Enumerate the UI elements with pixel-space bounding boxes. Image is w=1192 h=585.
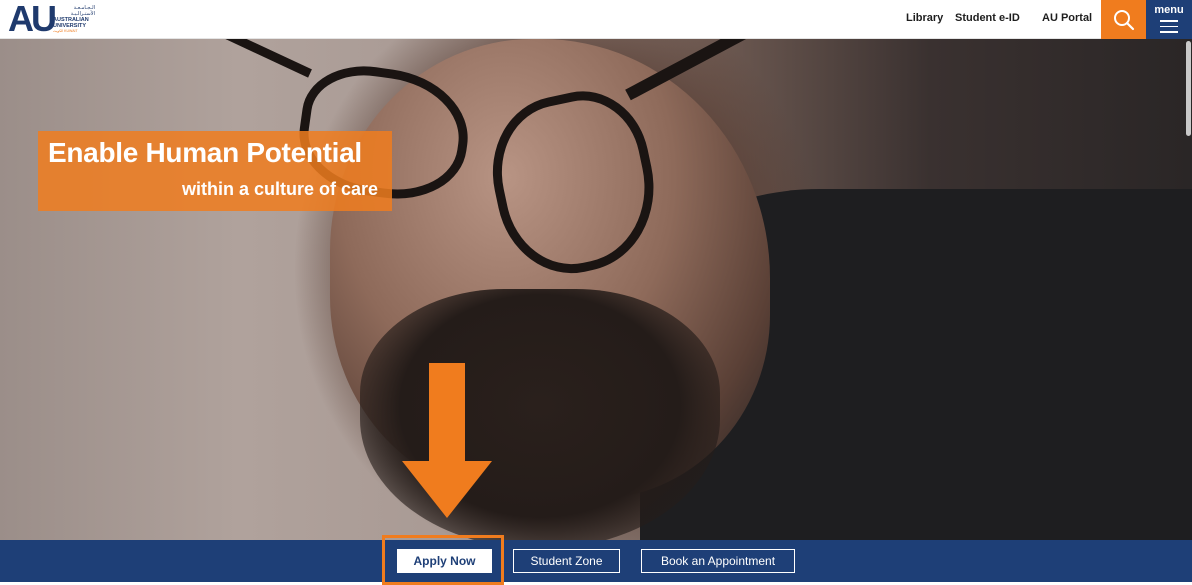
hero-image-glasses-arm-left: [217, 39, 312, 78]
hero-headline: Enable Human Potential: [48, 137, 362, 168]
nav-link-au-portal[interactable]: AU Portal: [1042, 12, 1092, 24]
top-navigation-bar: AU الـجـامـعـة الأستـرالـيـة AUSTRALIAN …: [0, 0, 1192, 39]
hamburger-icon: [1160, 20, 1178, 37]
apply-now-highlight: [382, 535, 504, 585]
nav-link-library[interactable]: Library: [906, 12, 943, 24]
hero-tagline-box: Enable Human Potential within a culture …: [38, 131, 392, 211]
search-button[interactable]: [1101, 0, 1146, 39]
nav-link-student-eid[interactable]: Student e-ID: [955, 12, 1020, 24]
book-appointment-button[interactable]: Book an Appointment: [641, 549, 795, 573]
menu-button[interactable]: menu: [1146, 0, 1192, 39]
hero-banner: Enable Human Potential within a culture …: [0, 39, 1192, 540]
hero-subheadline: within a culture of care: [181, 179, 378, 199]
page-scrollbar[interactable]: [1186, 41, 1191, 136]
au-logo-mark: AU: [8, 0, 57, 39]
cta-bar: Apply Now Student Zone Book an Appointme…: [0, 540, 1192, 582]
au-logo[interactable]: AU الـجـامـعـة الأستـرالـيـة AUSTRALIAN …: [8, 0, 96, 39]
menu-label: menu: [1154, 4, 1184, 16]
search-icon: [1113, 9, 1134, 30]
logo-wordmark: الـجـامـعـة الأستـرالـيـة AUSTRALIAN UNI…: [53, 5, 95, 34]
logo-small-line: الكويت KUWAIT: [53, 29, 78, 33]
down-arrow-icon: [402, 363, 492, 518]
student-zone-button[interactable]: Student Zone: [513, 549, 620, 573]
